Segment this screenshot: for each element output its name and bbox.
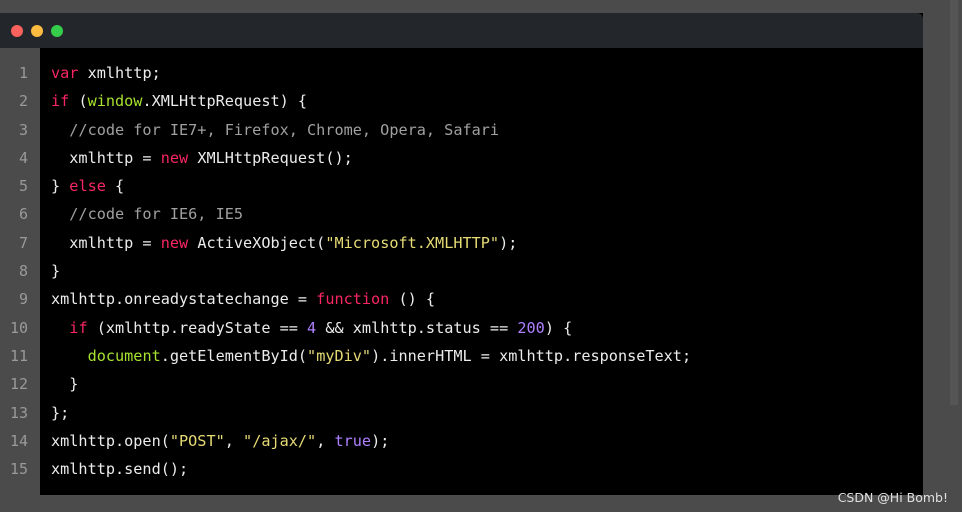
code-token: "myDiv" bbox=[307, 346, 372, 365]
code-body: 1 2 3 4 5 6 7 8 9 10 11 12 13 14 15 var xmlhttp; if (wi… bbox=[0, 48, 923, 495]
code-token: (xmlhttp.readyState == bbox=[87, 318, 308, 337]
code-token: xmlhttp; bbox=[78, 64, 161, 82]
code-token: xmlhttp = bbox=[51, 148, 161, 167]
code-token: xmlhttp.onreadystatechange = bbox=[51, 290, 317, 309]
watermark-text: CSDN @Hi Bomb! bbox=[837, 490, 948, 505]
code-window: 1 2 3 4 5 6 7 8 9 10 11 12 13 14 15 var xmlhttp; if (wi… bbox=[0, 13, 923, 495]
code-token: ); bbox=[371, 431, 390, 450]
code-line: xmlhttp.send(); bbox=[51, 455, 691, 483]
line-number: 3 bbox=[18, 120, 28, 139]
minimize-dot-icon[interactable] bbox=[31, 24, 43, 37]
code-token: xmlhttp = bbox=[51, 233, 161, 252]
code-line: document.getElementById("myDiv").innerHT… bbox=[51, 342, 692, 370]
line-number: 6 bbox=[18, 205, 28, 224]
line-number: 8 bbox=[18, 262, 28, 281]
code-token: "POST" bbox=[169, 431, 225, 450]
code-token: && xmlhttp.status == bbox=[316, 318, 518, 337]
code-line: } bbox=[51, 257, 691, 285]
line-number: 7 bbox=[18, 233, 28, 252]
scrollbar-track[interactable] bbox=[923, 0, 962, 512]
code-token: "Microsoft.XMLHTTP" bbox=[325, 233, 500, 252]
code-line: if (window.XMLHttpRequest) { bbox=[51, 87, 691, 115]
code-line: } bbox=[51, 370, 691, 398]
line-number: 5 bbox=[18, 177, 28, 196]
code-line: xmlhttp.open("POST", "/ajax/", true); bbox=[51, 427, 691, 455]
code-token: , bbox=[316, 431, 335, 450]
line-number: 2 bbox=[18, 92, 28, 111]
line-number: 14 bbox=[9, 431, 28, 450]
line-number-gutter: 1 2 3 4 5 6 7 8 9 10 11 12 13 14 15 bbox=[0, 48, 40, 495]
code-token: } bbox=[51, 262, 61, 281]
code-line: xmlhttp = new ActiveXObject("Microsoft.X… bbox=[51, 229, 691, 257]
code-token: ActiveXObject( bbox=[188, 233, 326, 252]
code-token: .XMLHttpRequest) { bbox=[142, 92, 308, 111]
code-line: var xmlhttp; bbox=[51, 59, 691, 87]
code-token: ); bbox=[499, 233, 518, 252]
line-number: 4 bbox=[18, 148, 28, 167]
line-number: 13 bbox=[9, 403, 28, 422]
code-token: new bbox=[160, 148, 189, 167]
code-token: true bbox=[334, 431, 372, 450]
line-number: 10 bbox=[9, 318, 28, 337]
code-token: window bbox=[87, 92, 143, 111]
code-token: } bbox=[51, 375, 79, 394]
code-content: var xmlhttp; if (window.XMLHttpRequest) {… bbox=[40, 48, 691, 495]
code-token: .getElementById( bbox=[160, 346, 308, 365]
code-token: () { bbox=[389, 290, 436, 309]
code-token: document bbox=[87, 346, 161, 365]
code-token: { bbox=[105, 177, 125, 196]
code-token: 4 bbox=[307, 318, 317, 337]
code-line: if (xmlhttp.readyState == 4 && xmlhttp.s… bbox=[51, 314, 691, 342]
code-token: }; bbox=[51, 403, 70, 422]
code-token: ).innerHTML = xmlhttp.responseText; bbox=[371, 346, 692, 365]
code-token: //code for IE7+, Firefox, Chrome, Opera,… bbox=[51, 120, 500, 139]
line-number: 9 bbox=[18, 290, 28, 309]
code-token: 200 bbox=[517, 318, 545, 337]
code-token: xmlhttp.open( bbox=[51, 431, 170, 450]
code-line: xmlhttp = new XMLHttpRequest(); bbox=[51, 144, 691, 172]
code-token: xmlhttp.send(); bbox=[51, 460, 189, 479]
code-token: var bbox=[51, 64, 79, 82]
code-token: "/ajax/" bbox=[243, 431, 317, 450]
code-token: function bbox=[316, 290, 390, 309]
code-line: //code for IE7+, Firefox, Chrome, Opera,… bbox=[51, 116, 691, 144]
close-dot-icon[interactable] bbox=[11, 24, 23, 37]
code-line: }; bbox=[51, 399, 691, 427]
code-token: XMLHttpRequest(); bbox=[188, 148, 353, 167]
code-line: xmlhttp.onreadystatechange = function ()… bbox=[51, 285, 691, 313]
code-token: ( bbox=[69, 92, 88, 111]
code-line: //code for IE6, IE5 bbox=[51, 200, 691, 228]
line-number: 12 bbox=[9, 375, 28, 394]
code-token: if bbox=[51, 92, 70, 111]
code-token: new bbox=[160, 233, 189, 252]
line-number: 15 bbox=[9, 460, 28, 479]
code-line: } else { bbox=[51, 172, 691, 200]
code-token: , bbox=[224, 431, 244, 450]
scrollbar-thumb[interactable] bbox=[950, 0, 958, 405]
code-token: } bbox=[51, 177, 70, 196]
code-token: //code for IE6, IE5 bbox=[51, 205, 244, 224]
maximize-dot-icon[interactable] bbox=[51, 24, 63, 37]
line-number: 1 bbox=[18, 64, 28, 82]
line-number: 11 bbox=[9, 346, 28, 365]
window-titlebar bbox=[0, 13, 923, 48]
code-token: if bbox=[69, 318, 88, 337]
code-token: else bbox=[69, 177, 106, 196]
code-token: ) { bbox=[544, 318, 573, 337]
